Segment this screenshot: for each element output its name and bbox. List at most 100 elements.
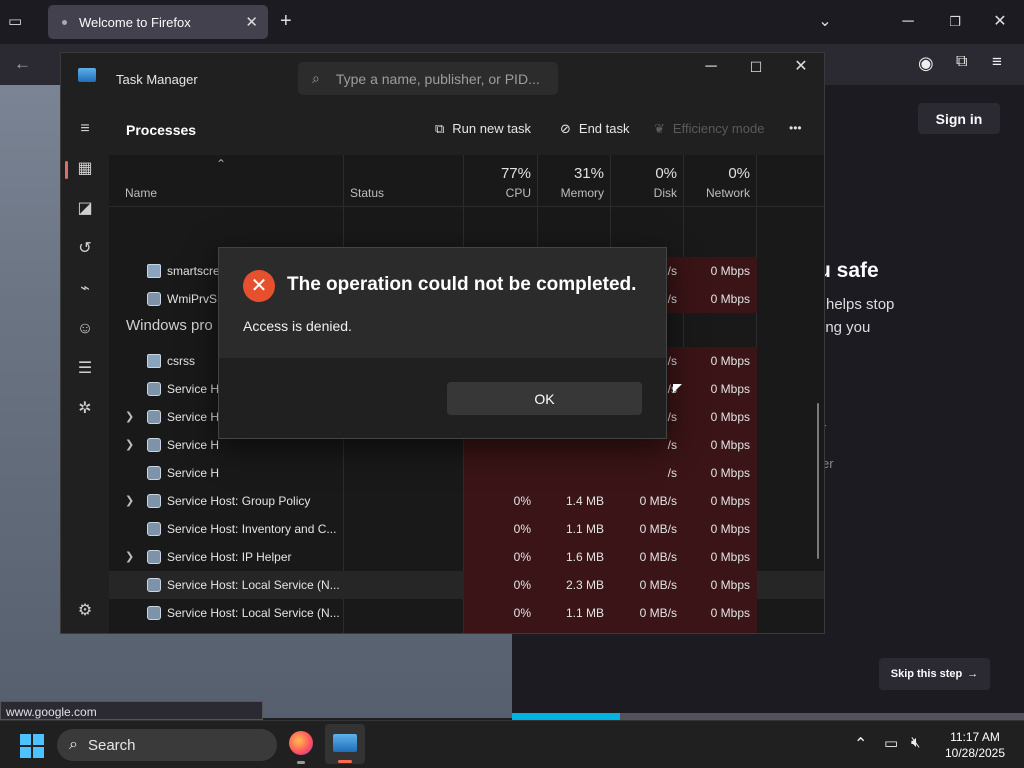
process-mem: 2.3 MB xyxy=(565,578,604,592)
tm-search-placeholder: Type a name, publisher, or PID... xyxy=(335,70,540,87)
end-task-button[interactable]: ⊘ End task xyxy=(560,121,630,137)
tab-welcome[interactable]: Welcome to Firefox ✕ xyxy=(48,5,268,39)
users-icon[interactable]: ☺ xyxy=(73,317,97,341)
process-net: 0 Mbps xyxy=(710,264,750,278)
sign-in-button[interactable]: Sign in xyxy=(918,103,1000,134)
process-net: 0 Mbps xyxy=(684,627,750,633)
tm-maximize-icon[interactable]: ☐ xyxy=(736,53,776,89)
startup-apps-icon[interactable]: ⌁ xyxy=(73,277,97,301)
service-host-icon xyxy=(147,494,161,508)
tm-search-input[interactable]: ⌕ Type a name, publisher, or PID... xyxy=(298,62,558,95)
minimize-icon[interactable]: ─ xyxy=(888,0,928,44)
tm-minimize-icon[interactable]: ─ xyxy=(691,53,731,89)
process-mem: 1.1 MB xyxy=(538,627,604,633)
column-name[interactable]: Name xyxy=(125,186,157,200)
firefox-running-indicator xyxy=(297,761,305,764)
more-options-button[interactable]: ••• xyxy=(789,121,802,135)
clock-date: 10/28/2025 xyxy=(944,746,1006,760)
process-row[interactable]: 0% 2.3 MB 0 MB/s 0 Mbps Service Host: Local … xyxy=(109,571,824,599)
expand-chevron-icon[interactable]: ❯ xyxy=(125,431,134,459)
tab-favicon-icon xyxy=(62,19,67,25)
error-dialog: ✕ The operation could not be completed. … xyxy=(218,247,667,439)
ok-button[interactable]: OK xyxy=(447,382,642,415)
extensions-icon[interactable]: ⧉ xyxy=(956,53,967,71)
taskbar-search[interactable]: ⌕ Search xyxy=(57,729,277,761)
process-disk: /s xyxy=(667,466,677,480)
maximize-icon[interactable]: ❐ xyxy=(935,0,975,44)
process-cpu: 0% xyxy=(513,550,531,564)
process-mem: 1.1 MB xyxy=(565,522,604,536)
expand-chevron-icon[interactable]: ❯ xyxy=(125,487,134,515)
tm-scrollbar[interactable] xyxy=(817,403,819,559)
sort-up-icon: ⌃ xyxy=(216,157,227,171)
volume-muted-icon[interactable]: 🔇︎ xyxy=(911,734,920,751)
process-row[interactable]: /s 0 Mbps Service H xyxy=(109,459,824,487)
process-name: WmiPrvSE xyxy=(167,292,225,306)
process-name: Service Host: Local Service (N... xyxy=(167,606,340,620)
run-new-task-button[interactable]: ⧉ Run new task xyxy=(435,121,531,137)
network-icon[interactable]: ▭ xyxy=(884,734,898,752)
skip-step-label: Skip this step xyxy=(890,668,963,680)
process-net: 0 Mbps xyxy=(710,522,750,536)
service-host-icon xyxy=(147,292,161,306)
hamburger-icon[interactable]: ≡ xyxy=(73,117,97,141)
expand-chevron-icon[interactable]: ❯ xyxy=(125,543,134,571)
tab-overview-icon[interactable]: ▭ xyxy=(8,12,22,30)
process-cpu: 0% xyxy=(513,522,531,536)
efficiency-mode-label: Efficiency mode xyxy=(672,121,765,136)
process-row[interactable]: 0% 1.1 MB 0 MB/s 0 Mbps Service Host: Local … xyxy=(109,627,824,633)
expand-chevron-icon[interactable]: ❯ xyxy=(125,403,134,431)
app-history-icon[interactable]: ↺ xyxy=(73,237,97,261)
services-icon[interactable]: ✲ xyxy=(73,397,97,421)
firefox-taskbar-icon[interactable] xyxy=(289,731,313,755)
process-name: Service Host: IP Helper xyxy=(167,550,292,564)
service-host-icon xyxy=(147,578,161,592)
service-host-icon xyxy=(147,550,161,564)
column-network[interactable]: 0% Network xyxy=(684,155,750,207)
process-row[interactable]: 0% 1.1 MB 0 MB/s 0 Mbps Service Host: Invent… xyxy=(109,515,824,543)
skip-step-button[interactable]: Skip this step → xyxy=(879,658,990,690)
process-mem: 1.6 MB xyxy=(565,550,604,564)
processes-icon[interactable]: ▦ xyxy=(73,157,97,181)
onboarding-progress xyxy=(512,713,1024,720)
tab-title: Welcome to Firefox xyxy=(79,14,191,30)
process-cpu xyxy=(464,459,531,487)
column-disk[interactable]: 0% Disk xyxy=(611,155,677,207)
memory-total: 31% xyxy=(573,165,604,182)
group-header-windows-processes[interactable]: Windows pro xyxy=(126,317,213,334)
process-cpu: 0% xyxy=(464,627,531,633)
process-net: 0 Mbps xyxy=(710,466,750,480)
details-icon[interactable]: ☰ xyxy=(73,357,97,381)
task-manager-taskbar-button[interactable] xyxy=(325,724,365,764)
column-memory[interactable]: 31% Memory xyxy=(538,155,604,207)
column-status[interactable]: Status xyxy=(350,186,384,200)
error-icon: ✕ xyxy=(243,270,275,302)
tab-close-icon[interactable]: ✕ xyxy=(245,13,258,31)
new-tab-icon[interactable]: + xyxy=(280,10,292,33)
page-title: Processes xyxy=(126,122,197,138)
process-row[interactable]: 0% 1.1 MB 0 MB/s 0 Mbps Service Host: Local … xyxy=(109,599,824,627)
close-window-icon[interactable]: ✕ xyxy=(980,0,1020,44)
start-icon[interactable] xyxy=(20,734,44,758)
settings-icon[interactable]: ⚙ xyxy=(73,599,97,623)
list-all-tabs-icon[interactable]: ⌄ xyxy=(805,0,845,44)
process-disk: 0 MB/s xyxy=(639,522,677,536)
back-icon[interactable]: ← xyxy=(14,54,31,74)
process-name: Service Host: Local System (N... xyxy=(167,627,340,633)
process-name: csrss xyxy=(167,354,195,368)
mouse-cursor-icon xyxy=(673,384,682,393)
dialog-title: The operation could not be completed. xyxy=(287,274,637,295)
tm-close-icon[interactable]: ✕ xyxy=(781,53,821,89)
column-cpu[interactable]: 77% CPU xyxy=(464,155,531,207)
process-row[interactable]: 0% 1.6 MB 0 MB/s 0 Mbps ❯ Service Host: IP He… xyxy=(109,543,824,571)
performance-icon[interactable]: ◪ xyxy=(73,197,97,221)
show-hidden-icons-icon[interactable]: ⌃ xyxy=(854,734,867,754)
onboarding-progress-fill xyxy=(512,713,620,720)
account-icon[interactable]: ◉ xyxy=(918,53,934,74)
process-row[interactable]: 0% 1.4 MB 0 MB/s 0 Mbps ❯ Service Host: Group… xyxy=(109,487,824,515)
process-net: 0 Mbps xyxy=(710,410,750,424)
efficiency-mode-button[interactable]: ❦ Efficiency mode xyxy=(654,121,764,137)
taskbar-clock[interactable]: 11:17 AM 10/28/2025 xyxy=(935,729,1015,761)
process-net: 0 Mbps xyxy=(710,578,750,592)
menu-icon[interactable]: ≡ xyxy=(992,52,1002,72)
